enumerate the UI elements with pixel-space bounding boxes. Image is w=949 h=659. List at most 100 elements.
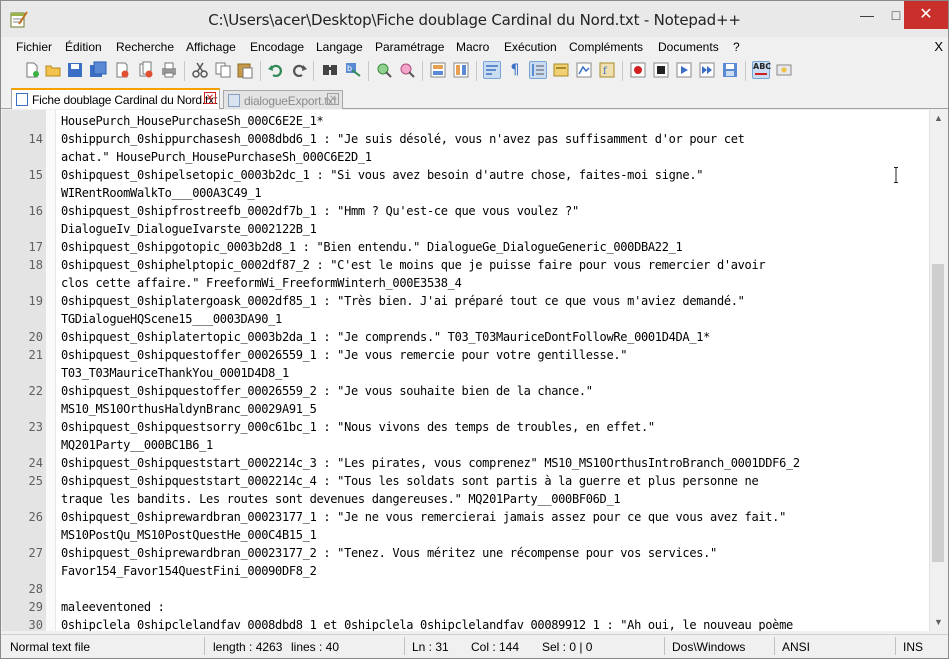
close-file-icon[interactable] — [113, 61, 131, 79]
text-line[interactable]: T03_T03MauriceThankYou_0001D4D8_1 — [2, 364, 932, 382]
text-line[interactable]: 17 0shipquest_0shipgotopic_0003b2d8_1 : "… — [2, 238, 932, 256]
menu-macro[interactable]: Macro — [456, 40, 489, 54]
sync-vertical-icon[interactable] — [429, 61, 447, 79]
close-document-button[interactable]: X — [934, 39, 943, 54]
tab-bar: Fiche doublage Cardinal du Nord.txt ✕ di… — [1, 87, 948, 109]
line-text: MS10PostQu_MS10PostQuestHe_000C4B15_1 — [61, 528, 317, 542]
menu-documents[interactable]: Documents — [658, 40, 719, 54]
toolbar-separator — [622, 61, 623, 81]
tab-close-icon[interactable]: ✕ — [327, 93, 339, 105]
close-all-icon[interactable] — [137, 61, 155, 79]
toolbar-separator — [422, 61, 423, 81]
close-window-button[interactable]: ✕ — [904, 1, 948, 29]
status-mode: INS — [903, 640, 924, 654]
text-line[interactable]: 25 0shipquest_0shipqueststart_0002214c_4 … — [2, 472, 932, 490]
text-line[interactable]: 16 0shipquest_0shipfrostreefb_0002df7b_1 … — [2, 202, 932, 220]
show-all-chars-icon[interactable]: ¶ — [506, 61, 524, 79]
status-separator — [404, 637, 405, 655]
text-line[interactable]: DialogueIv_DialogueIvarste_0002122B_1 — [2, 220, 932, 238]
status-eol: Dos\Windows — [672, 640, 746, 654]
text-line[interactable]: achat." HousePurch_HousePurchaseSh_000C6… — [2, 148, 932, 166]
text-line[interactable]: 20 0shipquest_0shiplatertopic_0003b2da_1 … — [2, 328, 932, 346]
sync-horizontal-icon[interactable] — [452, 61, 470, 79]
text-line[interactable]: traque les bandits. Les routes sont deve… — [2, 490, 932, 508]
language-icon[interactable] — [552, 61, 570, 79]
menu-affichage[interactable]: Affichage — [186, 40, 236, 54]
text-line[interactable]: 29 maleeventoned : — [2, 598, 932, 616]
line-text: T03_T03MauriceThankYou_0001D4D8_1 — [61, 366, 289, 380]
menu-edition[interactable]: Édition — [65, 40, 102, 54]
text-line[interactable]: 30 0shipclela_0shipclelandfav_0008dbd8_1 … — [2, 616, 932, 631]
line-text: 0shipclela_0shipclelandfav_0008dbd8_1 et… — [61, 618, 793, 631]
function-list-icon[interactable]: f — [598, 61, 616, 79]
copy-icon[interactable] — [214, 61, 232, 79]
line-number: 23 — [28, 420, 43, 434]
cut-icon[interactable] — [191, 61, 209, 79]
text-line[interactable]: 18 0shipquest_0shiphelptopic_0002df87_2 :… — [2, 256, 932, 274]
text-line[interactable]: MQ201Party__000BC1B6_1 — [2, 436, 932, 454]
menu-complements[interactable]: Compléments — [569, 40, 643, 54]
open-file-icon[interactable] — [44, 61, 62, 79]
menu-execution[interactable]: Exécution — [504, 40, 557, 54]
record-macro-icon[interactable] — [629, 61, 647, 79]
spell-check-icon[interactable]: ABC — [752, 61, 771, 79]
menu-recherche[interactable]: Recherche — [116, 40, 174, 54]
text-line[interactable]: TGDialogueHQScene15___0003DA90_1 — [2, 310, 932, 328]
menu-langage[interactable]: Langage — [316, 40, 363, 54]
paste-icon[interactable] — [236, 61, 254, 79]
redo-icon[interactable] — [290, 61, 308, 79]
text-line[interactable]: WIRentRoomWalkTo___000A3C49_1 — [2, 184, 932, 202]
zoom-out-icon[interactable] — [398, 61, 416, 79]
text-line[interactable]: 22 0shipquest_0shipquestoffer_00026559_2 … — [2, 382, 932, 400]
run-macro-multiple-icon[interactable] — [698, 61, 716, 79]
tab-fiche-doublage[interactable]: Fiche doublage Cardinal du Nord.txt ✕ — [11, 88, 220, 109]
tab-dialogue-export[interactable]: dialogueExport.txt ✕ — [223, 90, 343, 109]
scroll-up-icon[interactable]: ▲ — [930, 110, 947, 127]
replace-icon[interactable]: b — [344, 61, 362, 79]
save-icon[interactable] — [66, 61, 84, 79]
save-macro-icon[interactable] — [721, 61, 739, 79]
text-line[interactable]: 15 0shipquest_0shipelsetopic_0003b2dc_1 :… — [2, 166, 932, 184]
tab-close-icon[interactable]: ✕ — [204, 92, 216, 104]
line-number: 29 — [28, 600, 43, 614]
undo-icon[interactable] — [267, 61, 285, 79]
menu-fichier[interactable]: Fichier — [16, 40, 52, 54]
text-cursor-icon — [894, 167, 898, 183]
text-line[interactable]: 27 0shipquest_0shiprewardbran_00023177_2 … — [2, 544, 932, 562]
print-icon[interactable] — [160, 61, 178, 79]
text-line[interactable]: 26 0shipquest_0shiprewardbran_00023177_1 … — [2, 508, 932, 526]
text-line[interactable]: 28 — [2, 580, 932, 598]
text-line[interactable]: HousePurch_HousePurchaseSh_000C6E2E_1* — [2, 112, 932, 130]
scroll-down-icon[interactable]: ▼ — [930, 614, 947, 631]
zoom-in-icon[interactable] — [375, 61, 393, 79]
play-macro-icon[interactable] — [675, 61, 693, 79]
text-line[interactable]: MS10PostQu_MS10PostQuestHe_000C4B15_1 — [2, 526, 932, 544]
text-line[interactable]: clos cette affaire." FreeformWi_Freeform… — [2, 274, 932, 292]
new-file-icon[interactable] — [23, 61, 41, 79]
word-wrap-icon[interactable] — [483, 61, 501, 79]
line-text: maleeventoned : — [61, 600, 165, 614]
line-text: 0shippurch_0shippurchasesh_0008dbd6_1 : … — [61, 132, 745, 146]
line-number: 20 — [28, 330, 43, 344]
text-line[interactable]: Favor154_Favor154QuestFini_00090DF8_2 — [2, 562, 932, 580]
editor-area[interactable]: HousePurch_HousePurchaseSh_000C6E2E_1* 1… — [2, 110, 932, 631]
text-line[interactable]: 23 0shipquest_0shipquestsorry_000c61bc_1 … — [2, 418, 932, 436]
doc-map-icon[interactable] — [575, 61, 593, 79]
line-text: MS10_MS10OrthusHaldynBranc_00029A91_5 — [61, 402, 317, 416]
vertical-scrollbar[interactable]: ▲ ▼ — [929, 110, 946, 631]
indent-guide-icon[interactable] — [529, 61, 547, 79]
find-icon[interactable] — [321, 61, 339, 79]
text-line[interactable]: MS10_MS10OrthusHaldynBranc_00029A91_5 — [2, 400, 932, 418]
save-all-icon[interactable] — [89, 61, 107, 79]
text-line[interactable]: 19 0shipquest_0shiplatergoask_0002df85_1 … — [2, 292, 932, 310]
scroll-thumb[interactable] — [932, 264, 944, 562]
menu-parametrage[interactable]: Paramétrage — [375, 40, 444, 54]
stop-macro-icon[interactable] — [652, 61, 670, 79]
menu-encodage[interactable]: Encodage — [250, 40, 304, 54]
text-line[interactable]: 14 0shippurch_0shippurchasesh_0008dbd6_1 … — [2, 130, 932, 148]
text-line[interactable]: 21 0shipquest_0shipquestoffer_00026559_1 … — [2, 346, 932, 364]
spell-options-icon[interactable] — [775, 61, 793, 79]
text-line[interactable]: 24 0shipquest_0shipqueststart_0002214c_3 … — [2, 454, 932, 472]
tab-label: Fiche doublage Cardinal du Nord.txt — [32, 93, 218, 107]
menu-help[interactable]: ? — [733, 40, 740, 54]
